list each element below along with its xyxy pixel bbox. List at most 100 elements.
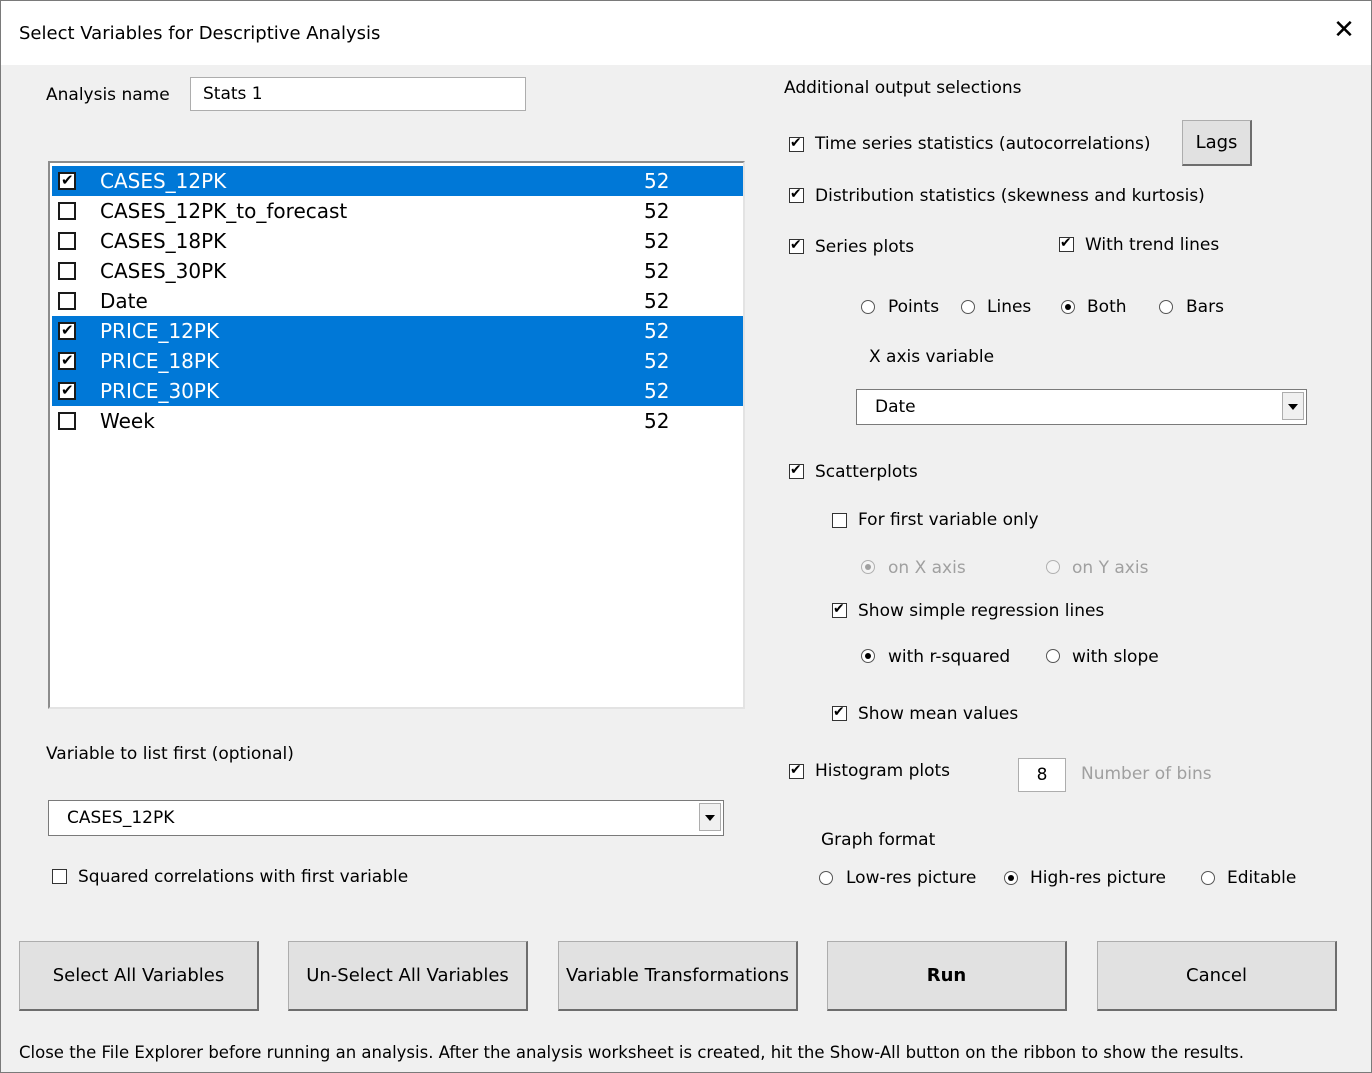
lags-button[interactable]: Lags xyxy=(1182,120,1252,166)
variable-count: 52 xyxy=(644,289,670,313)
points-label: Points xyxy=(888,297,940,317)
graph-format-label: Graph format xyxy=(821,830,936,850)
distribution-checkbox[interactable] xyxy=(789,185,804,203)
histogram-label: Histogram plots xyxy=(815,761,951,781)
close-icon[interactable]: ✕ xyxy=(1329,15,1359,45)
editable-radio[interactable] xyxy=(1201,871,1215,885)
list-item[interactable]: PRICE_12PK 52 xyxy=(52,316,743,346)
dialog-window: Select Variables for Descriptive Analysi… xyxy=(0,0,1372,1073)
with-r-squared-radio[interactable] xyxy=(861,649,875,663)
variable-name: CASES_12PK_to_forecast xyxy=(100,199,348,223)
dialog-title: Select Variables for Descriptive Analysi… xyxy=(19,23,381,44)
variable-checkbox[interactable] xyxy=(58,319,76,341)
list-item[interactable]: PRICE_30PK 52 xyxy=(52,376,743,406)
variable-name: CASES_18PK xyxy=(100,229,227,253)
high-res-label: High-res picture xyxy=(1030,868,1166,888)
variable-name: CASES_30PK xyxy=(100,259,227,283)
bars-label: Bars xyxy=(1186,297,1224,317)
variable-count: 52 xyxy=(644,259,670,283)
first-variable-value: CASES_12PK xyxy=(67,808,175,828)
first-only-label: For first variable only xyxy=(858,510,1039,530)
lines-label: Lines xyxy=(987,297,1032,317)
unselect-all-button[interactable]: Un-Select All Variables xyxy=(288,941,528,1011)
run-button[interactable]: Run xyxy=(827,941,1067,1011)
series-plots-checkbox[interactable] xyxy=(789,236,804,254)
list-item[interactable]: CASES_30PK 52 xyxy=(52,256,743,286)
analysis-name-input[interactable]: Stats 1 xyxy=(190,77,526,111)
select-all-button[interactable]: Select All Variables xyxy=(19,941,259,1011)
variable-checkbox[interactable] xyxy=(58,262,76,280)
histogram-checkbox[interactable] xyxy=(789,761,804,779)
squared-correlations-label: Squared correlations with first variable xyxy=(78,867,409,887)
output-selections-heading: Additional output selections xyxy=(784,78,1022,98)
time-series-checkbox[interactable] xyxy=(789,134,804,152)
list-item[interactable]: CASES_12PK 52 xyxy=(52,166,743,196)
low-res-radio[interactable] xyxy=(819,871,833,885)
list-item[interactable]: Date 52 xyxy=(52,286,743,316)
list-item[interactable]: Week 52 xyxy=(52,406,743,436)
variable-checkbox[interactable] xyxy=(58,169,76,191)
scatterplots-checkbox[interactable] xyxy=(789,461,804,479)
time-series-label: Time series statistics (autocorrelations… xyxy=(815,134,1151,154)
title-bar: Select Variables for Descriptive Analysi… xyxy=(1,1,1371,65)
variable-count: 52 xyxy=(644,169,670,193)
squared-correlations-checkbox[interactable] xyxy=(52,869,67,884)
first-only-checkbox[interactable] xyxy=(832,513,847,528)
both-radio[interactable] xyxy=(1061,300,1075,314)
bins-label: Number of bins xyxy=(1081,764,1212,784)
bars-radio[interactable] xyxy=(1159,300,1173,314)
scatterplots-label: Scatterplots xyxy=(815,462,918,482)
variable-count: 52 xyxy=(644,199,670,223)
variable-count: 52 xyxy=(644,229,670,253)
with-slope-label: with slope xyxy=(1072,647,1159,667)
on-y-axis-radio[interactable] xyxy=(1046,560,1060,574)
variable-checkbox[interactable] xyxy=(58,202,76,220)
high-res-radio[interactable] xyxy=(1004,871,1018,885)
variable-name: Date xyxy=(100,289,148,313)
list-item[interactable]: CASES_12PK_to_forecast 52 xyxy=(52,196,743,226)
mean-values-checkbox[interactable] xyxy=(832,703,847,721)
variable-count: 52 xyxy=(644,349,670,373)
variable-name: PRICE_12PK xyxy=(100,319,220,343)
points-radio[interactable] xyxy=(861,300,875,314)
editable-label: Editable xyxy=(1227,868,1297,888)
first-variable-label: Variable to list first (optional) xyxy=(46,744,294,764)
regression-lines-label: Show simple regression lines xyxy=(858,601,1105,621)
variable-checkbox[interactable] xyxy=(58,349,76,371)
on-x-axis-label: on X axis xyxy=(888,558,966,578)
variable-name: PRICE_18PK xyxy=(100,349,220,373)
cancel-button[interactable]: Cancel xyxy=(1097,941,1337,1011)
trend-lines-checkbox[interactable] xyxy=(1059,234,1074,252)
variable-name: PRICE_30PK xyxy=(100,379,220,403)
trend-lines-label: With trend lines xyxy=(1085,235,1220,255)
x-axis-select[interactable]: Date xyxy=(856,389,1307,425)
series-plots-label: Series plots xyxy=(815,237,915,257)
variable-count: 52 xyxy=(644,409,670,433)
variable-checkbox[interactable] xyxy=(58,412,76,430)
variable-checkbox[interactable] xyxy=(58,292,76,310)
mean-values-label: Show mean values xyxy=(858,704,1019,724)
analysis-name-label: Analysis name xyxy=(46,85,170,105)
variable-checkbox[interactable] xyxy=(58,232,76,250)
bins-input[interactable]: 8 xyxy=(1018,758,1066,792)
variable-count: 52 xyxy=(644,379,670,403)
with-slope-radio[interactable] xyxy=(1046,649,1060,663)
variable-listbox[interactable]: CASES_12PK 52 CASES_12PK_to_forecast 52 … xyxy=(48,161,745,709)
variable-count: 52 xyxy=(644,319,670,343)
regression-lines-checkbox[interactable] xyxy=(832,600,847,618)
chevron-down-icon[interactable] xyxy=(699,803,721,831)
first-variable-select[interactable]: CASES_12PK xyxy=(48,800,724,836)
variable-name: CASES_12PK xyxy=(100,169,227,193)
list-item[interactable]: CASES_18PK 52 xyxy=(52,226,743,256)
variable-checkbox[interactable] xyxy=(58,379,76,401)
footer-note: Close the File Explorer before running a… xyxy=(19,1043,1245,1062)
on-y-axis-label: on Y axis xyxy=(1072,558,1149,578)
chevron-down-icon[interactable] xyxy=(1282,392,1304,420)
distribution-label: Distribution statistics (skewness and ku… xyxy=(815,186,1205,206)
list-item[interactable]: PRICE_18PK 52 xyxy=(52,346,743,376)
x-axis-value: Date xyxy=(875,397,916,417)
on-x-axis-radio[interactable] xyxy=(861,560,875,574)
low-res-label: Low-res picture xyxy=(846,868,977,888)
transformations-button[interactable]: Variable Transformations xyxy=(558,941,798,1011)
lines-radio[interactable] xyxy=(961,300,975,314)
